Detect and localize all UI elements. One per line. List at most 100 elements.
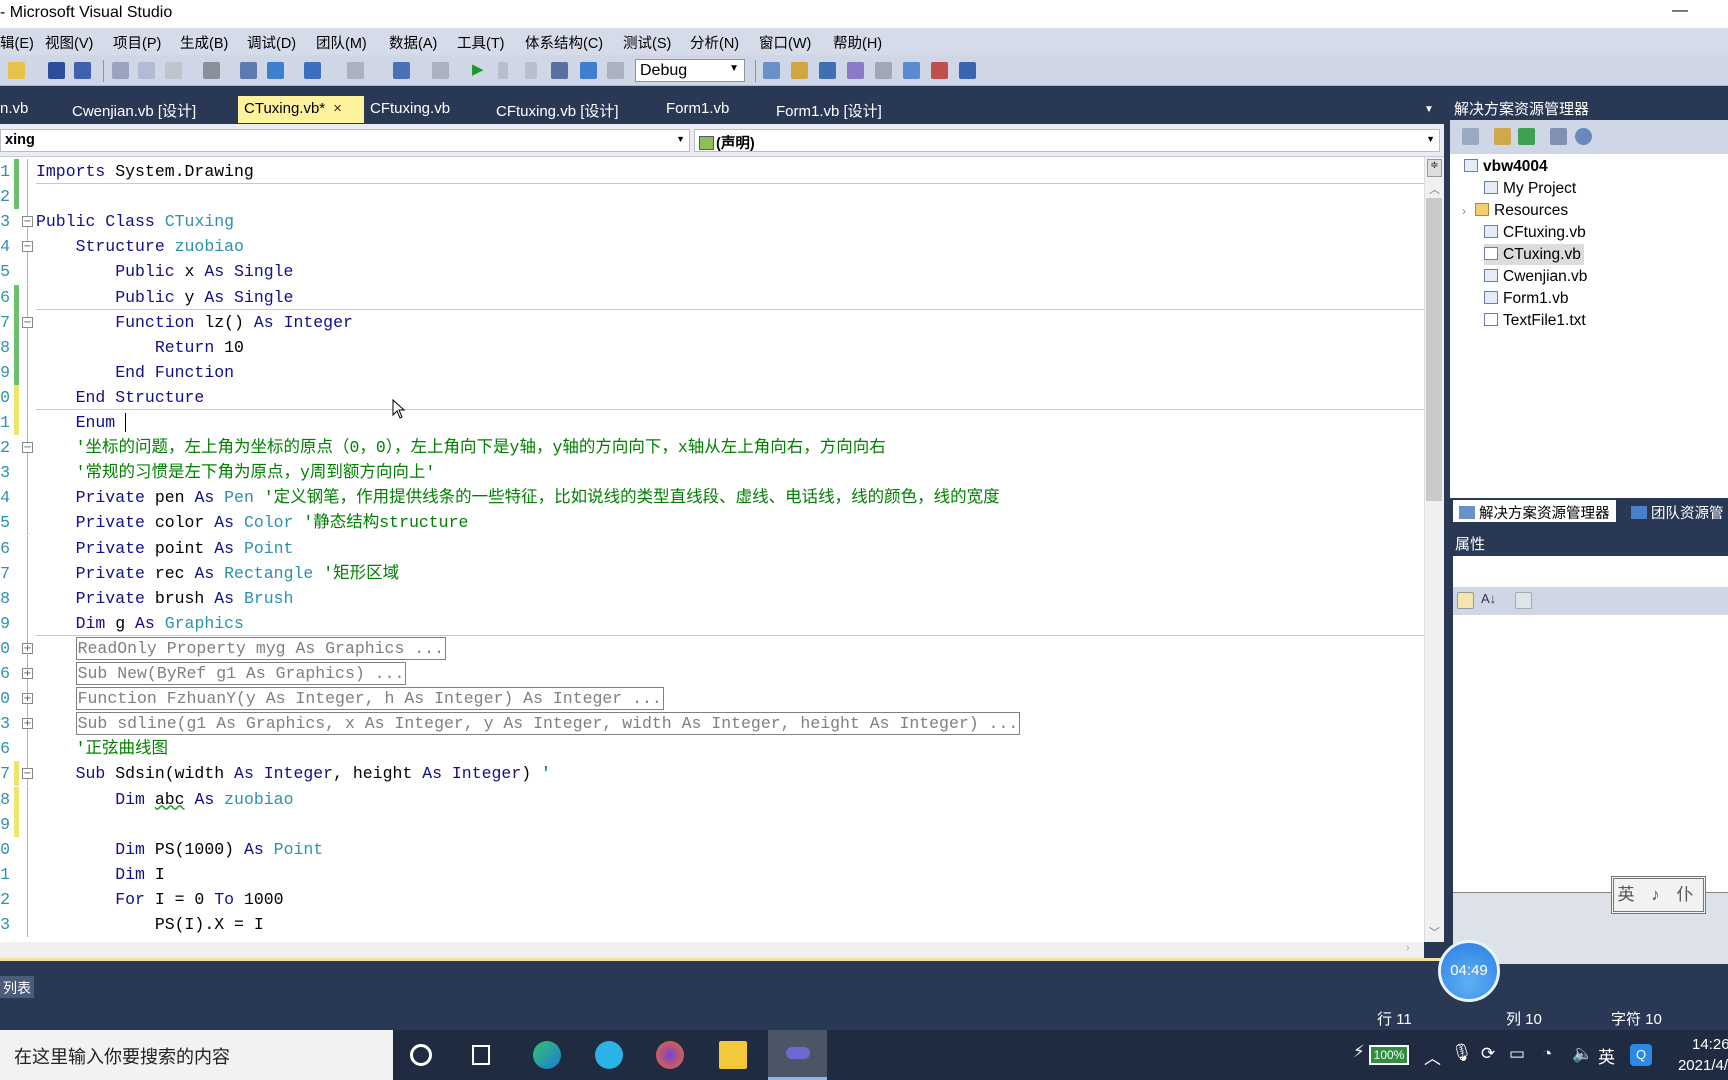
menu-team[interactable]: 团队(M) — [316, 32, 367, 53]
solution-configuration-select[interactable]: Debug ▼ — [635, 59, 745, 82]
categorized-icon[interactable] — [1457, 592, 1474, 609]
class-diagram-icon[interactable] — [1575, 128, 1592, 145]
show-hidden-icons-icon[interactable]: ︿ — [1424, 1044, 1441, 1069]
code-line[interactable]: 33 + Sub sdline(g1 As Graphics, x As Inte… — [0, 711, 1424, 737]
properties-object-select[interactable] — [1453, 556, 1728, 587]
collapsed-region[interactable]: Function FzhuanY(y As Integer, h As Inte… — [75, 687, 664, 711]
menu-debug[interactable]: 调试(D) — [247, 32, 296, 53]
code-line[interactable]: 43 PS(I).X = I — [0, 912, 1424, 937]
tree-node-ctuxing[interactable]: CTuxing.vb — [1484, 244, 1584, 265]
vertical-scroll-thumb[interactable] — [1426, 198, 1442, 501]
expand-chevron-icon[interactable]: › — [1462, 204, 1466, 218]
code-line[interactable]: 30 + Function FzhuanY(y As Integer, h As … — [0, 686, 1424, 712]
scroll-right-icon[interactable]: › — [1406, 942, 1410, 954]
step-over-icon[interactable] — [607, 62, 624, 79]
ime-indicator[interactable]: 英 — [1598, 1043, 1615, 1068]
toolbox-icon[interactable] — [847, 62, 864, 79]
tab-n-vb[interactable]: n.vb — [0, 96, 34, 123]
tools-icon[interactable] — [875, 62, 892, 79]
code-line[interactable]: 40 Dim PS(1000) As Point — [0, 836, 1424, 862]
refresh-icon[interactable] — [1518, 128, 1535, 145]
expand-icon[interactable]: + — [22, 693, 33, 705]
collapsed-region[interactable]: ReadOnly Property myg As Graphics ... — [75, 636, 446, 660]
sync-icon[interactable]: ⟳ — [1481, 1044, 1495, 1064]
code-line[interactable]: 6 Public y As Single — [0, 284, 1424, 310]
menu-architecture[interactable]: 体系结构(C) — [525, 32, 603, 53]
error-list-icon[interactable] — [931, 62, 948, 79]
code-line[interactable]: 11 Enum — [0, 410, 1424, 435]
tree-node-resources[interactable]: › Resources — [1462, 200, 1568, 221]
code-line[interactable]: 14 Private pen As Pen '定义钢笔，作用提供线条的一些特征，… — [0, 485, 1424, 511]
step-into-icon[interactable] — [580, 62, 597, 79]
find-icon[interactable] — [203, 62, 220, 79]
menu-build[interactable]: 生成(B) — [180, 32, 228, 53]
pause-icon[interactable] — [498, 62, 508, 79]
task-view-icon[interactable] — [472, 1045, 490, 1065]
menu-view[interactable]: 视图(V) — [45, 32, 93, 53]
ime-status-stamp[interactable]: 英 ♪ 仆 — [1611, 876, 1706, 914]
cortana-icon[interactable] — [410, 1044, 432, 1066]
code-line[interactable]: 37− Sub Sdsin(width As Integer, height A… — [0, 761, 1424, 787]
battery-indicator[interactable]: 100% — [1369, 1045, 1409, 1065]
code-line[interactable]: 13 '常规的习惯是左下角为原点，y周到额方向向上' — [0, 460, 1424, 486]
browser-e-icon[interactable] — [595, 1041, 623, 1069]
menu-window[interactable]: 窗口(W) — [759, 32, 811, 53]
code-line[interactable]: 5 Public x As Single — [0, 259, 1424, 285]
class-combo[interactable]: xing ▼ — [0, 129, 690, 152]
tab-cftuxing-design[interactable]: CFtuxing.vb [设计] — [490, 96, 625, 123]
clock[interactable]: 14:26 2021/4/ — [1672, 1034, 1728, 1076]
code-line[interactable]: 17 Private rec As Rectangle '矩形区域 — [0, 560, 1424, 586]
sort-alphabetical-icon[interactable]: A↓ — [1481, 591, 1496, 606]
horizontal-scrollbar[interactable]: › — [0, 942, 1424, 958]
cut-icon[interactable] — [112, 62, 129, 79]
taskbar-active-app[interactable] — [768, 1030, 827, 1080]
code-line[interactable]: 4− Structure zuobiao — [0, 234, 1424, 260]
collapse-icon[interactable]: − — [22, 316, 33, 328]
code-line[interactable]: 42 For I = 0 To 1000 — [0, 886, 1424, 912]
wifi-icon[interactable]: ◔ — [1542, 1044, 1552, 1064]
property-pages-icon[interactable] — [1515, 592, 1532, 609]
code-line[interactable]: 2 — [0, 184, 1424, 210]
tab-solution-explorer[interactable]: 解决方案资源管理器 — [1453, 500, 1616, 522]
code-line[interactable]: 9 End Function — [0, 359, 1424, 385]
menu-tools[interactable]: 工具(T) — [457, 32, 505, 53]
show-next-statement-icon[interactable] — [551, 62, 568, 79]
scroll-up-icon[interactable]: ︿ — [1429, 181, 1440, 197]
paste-icon[interactable] — [165, 62, 182, 79]
solution-explorer-icon[interactable] — [763, 62, 780, 79]
power-icon[interactable]: ▭ — [1509, 1044, 1525, 1064]
close-tab-icon[interactable]: × — [333, 100, 342, 117]
code-line[interactable]: 19 Dim g As Graphics — [0, 610, 1424, 636]
tab-cftuxing[interactable]: CFtuxing.vb — [364, 96, 456, 123]
menu-project[interactable]: 项目(P) — [113, 32, 161, 53]
code-line[interactable]: 10 End Structure — [0, 384, 1424, 410]
collapsed-region[interactable]: Sub sdline(g1 As Graphics, x As Integer,… — [75, 712, 1021, 736]
comment-icon[interactable] — [240, 62, 257, 79]
redo-icon[interactable] — [347, 62, 364, 79]
menu-edit[interactable]: 辑(E) — [0, 32, 34, 53]
extension-icon[interactable] — [903, 62, 920, 79]
code-line[interactable]: 20 + ReadOnly Property myg As Graphics ..… — [0, 635, 1424, 661]
output-icon[interactable] — [959, 62, 976, 79]
code-line[interactable]: 3− Public Class CTuxing — [0, 209, 1424, 235]
code-line[interactable]: 12− '坐标的问题，左上角为坐标的原点（0，0），左上角向下是y轴，y轴的方向… — [0, 435, 1424, 461]
firefox-icon[interactable] — [656, 1041, 684, 1069]
menu-data[interactable]: 数据(A) — [389, 32, 437, 53]
microphone-icon[interactable]: 🎙 — [1451, 1043, 1473, 1063]
tree-node-form1[interactable]: Form1.vb — [1484, 288, 1568, 309]
undo-icon[interactable] — [304, 62, 321, 79]
code-line[interactable]: 26 + Sub New(ByRef g1 As Graphics) ... — [0, 661, 1424, 686]
edge-browser-icon[interactable] — [533, 1041, 561, 1069]
properties-view-icon[interactable] — [1462, 128, 1479, 145]
object-browser-icon[interactable] — [819, 62, 836, 79]
navigate-backward-icon[interactable] — [393, 62, 410, 79]
collapse-icon[interactable]: − — [22, 768, 33, 780]
expand-icon[interactable]: + — [22, 668, 33, 679]
code-editor[interactable]: 1 Imports System.Drawing 2 3− Public Class C… — [0, 157, 1424, 942]
collapse-icon[interactable]: − — [22, 241, 33, 253]
bottom-panel-tab[interactable]: 列表 — [0, 976, 34, 998]
tree-node-my-project[interactable]: My Project — [1484, 178, 1576, 199]
code-line[interactable]: 41 Dim I — [0, 861, 1424, 887]
tree-node-project[interactable]: vbw4004 — [1464, 156, 1548, 177]
view-code-icon[interactable] — [1550, 128, 1567, 145]
